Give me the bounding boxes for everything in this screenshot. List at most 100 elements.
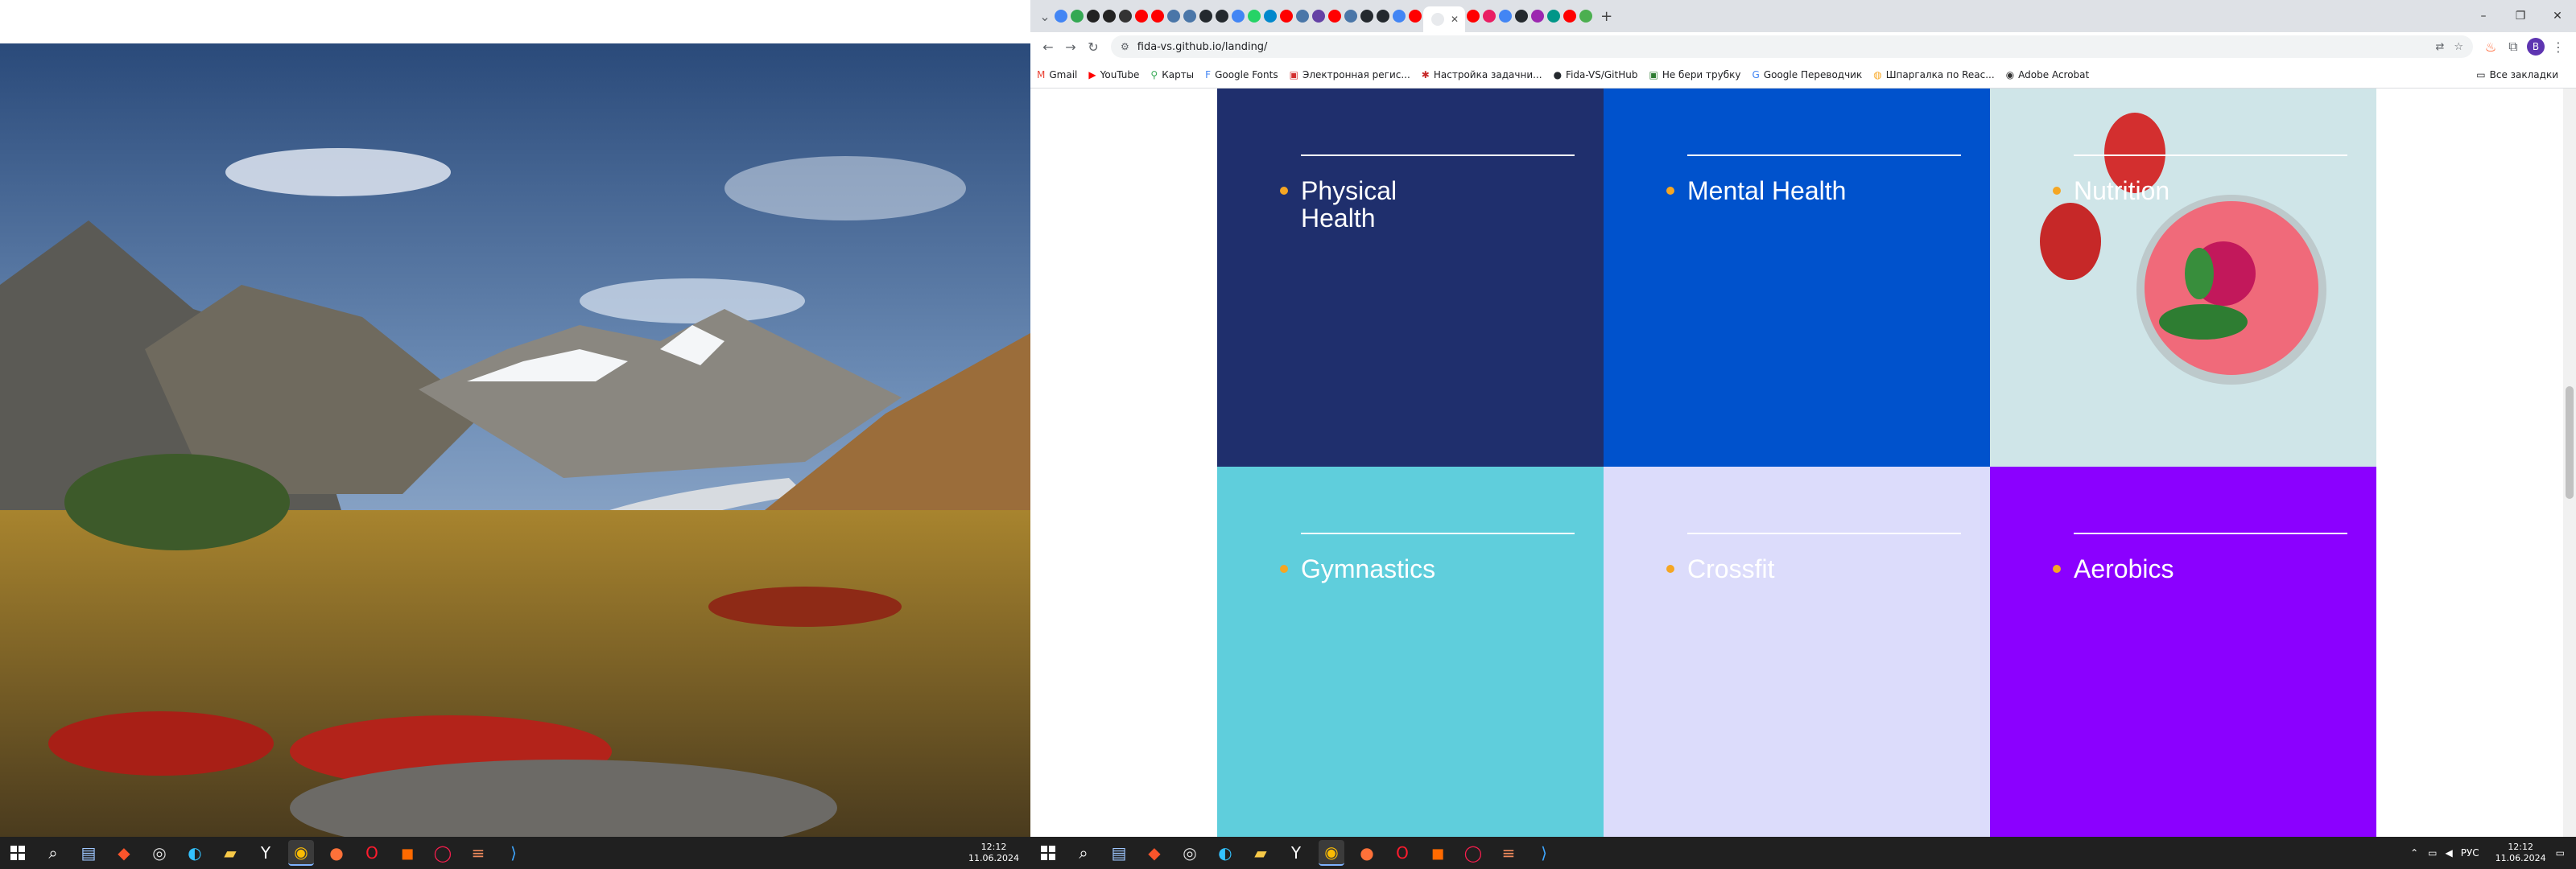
edge-icon[interactable]: ◐ xyxy=(182,840,208,866)
tab-favicon[interactable] xyxy=(1360,10,1373,23)
clock-left[interactable]: 12:12 11.06.2024 xyxy=(968,842,1019,864)
file-explorer-icon[interactable]: ▰ xyxy=(217,840,243,866)
tab-favicon[interactable] xyxy=(1377,10,1389,23)
tab-favicon[interactable] xyxy=(1087,10,1100,23)
card-crossfit[interactable]: Crossfit xyxy=(1604,467,1990,837)
active-tab[interactable]: ✕ xyxy=(1423,6,1466,32)
tab-favicon[interactable] xyxy=(1071,10,1084,23)
bookmark-star-icon[interactable]: ☆ xyxy=(2454,41,2463,53)
card-nutrition[interactable]: Nutrition xyxy=(1990,89,2376,467)
tab-favicon[interactable] xyxy=(1232,10,1245,23)
scrollbar-thumb[interactable] xyxy=(2566,386,2574,499)
bookmark-gmail[interactable]: M Gmail xyxy=(1037,69,1077,80)
tab-favicon[interactable] xyxy=(1499,10,1513,23)
edge-icon[interactable]: ◐ xyxy=(1212,840,1238,866)
tab-favicon[interactable] xyxy=(1393,10,1406,23)
tab-favicon[interactable] xyxy=(1119,10,1132,23)
maximize-button[interactable]: ❐ xyxy=(2502,10,2539,23)
yandex-browser-icon[interactable]: Y xyxy=(253,840,279,866)
bookmark-google-fonts[interactable]: F Google Fonts xyxy=(1205,69,1278,80)
bookmark-youtube[interactable]: ▶ YouTube xyxy=(1088,69,1139,80)
start-button[interactable] xyxy=(5,840,31,866)
vscode-icon[interactable]: ⟩ xyxy=(501,840,526,866)
tab-favicon[interactable] xyxy=(1563,10,1577,23)
opera-icon[interactable]: O xyxy=(359,840,385,866)
language-indicator[interactable]: РУС xyxy=(2461,847,2479,859)
tab-favicon[interactable] xyxy=(1409,10,1422,23)
tab-favicon[interactable] xyxy=(1483,10,1496,23)
file-explorer-icon[interactable]: ▰ xyxy=(1248,840,1274,866)
all-bookmarks[interactable]: ▭ Все закладки xyxy=(2476,69,2558,80)
reload-icon[interactable]: ↻ xyxy=(1082,35,1104,58)
tab-search-icon[interactable]: ⌄ xyxy=(1037,5,1053,27)
tab-favicon[interactable] xyxy=(1312,10,1325,23)
card-physical-health[interactable]: Physical Health xyxy=(1217,89,1604,467)
tray-network-icon[interactable]: ▭ xyxy=(2428,847,2437,859)
tab-favicon[interactable] xyxy=(1296,10,1309,23)
app-stack-icon[interactable]: ≡ xyxy=(465,840,491,866)
bookmark-github[interactable]: ● Fida-VS/GitHub xyxy=(1554,69,1638,80)
tab-favicon[interactable] xyxy=(1515,10,1529,23)
bookmark-acrobat[interactable]: ◉ Adobe Acrobat xyxy=(2006,69,2090,80)
notepad-icon[interactable]: ▤ xyxy=(1106,840,1132,866)
tray-chevron-icon[interactable]: ⌃ xyxy=(2410,847,2418,859)
tab-favicon[interactable] xyxy=(1248,10,1261,23)
notification-icon[interactable]: ▭ xyxy=(2556,847,2565,859)
translate-icon[interactable]: ⇄ xyxy=(2435,41,2444,53)
page-scrollbar[interactable] xyxy=(2563,89,2576,837)
app-orange-icon[interactable]: ◼ xyxy=(394,840,420,866)
close-tab-icon[interactable]: ✕ xyxy=(1451,14,1459,25)
start-button[interactable] xyxy=(1035,840,1061,866)
app-orange-icon[interactable]: ◼ xyxy=(1425,840,1451,866)
menu-icon[interactable]: ⋮ xyxy=(2547,35,2570,58)
tab-favicon[interactable] xyxy=(1216,10,1228,23)
card-mental-health[interactable]: Mental Health xyxy=(1604,89,1990,467)
tab-favicon[interactable] xyxy=(1531,10,1545,23)
firefox-icon[interactable]: ● xyxy=(324,840,349,866)
bookmark-maps[interactable]: ⚲ Карты xyxy=(1150,69,1194,80)
tab-favicon[interactable] xyxy=(1579,10,1593,23)
chrome-icon[interactable]: ◉ xyxy=(288,840,314,866)
site-info-icon[interactable]: ⚙ xyxy=(1121,41,1129,52)
tab-favicon[interactable] xyxy=(1328,10,1341,23)
search-icon[interactable]: ⌕ xyxy=(40,840,66,866)
tab-favicon[interactable] xyxy=(1199,10,1212,23)
tab-favicon[interactable] xyxy=(1135,10,1148,23)
profile-avatar[interactable]: В xyxy=(2524,35,2547,58)
card-aerobics[interactable]: Aerobics xyxy=(1990,467,2376,837)
tab-favicon[interactable] xyxy=(1344,10,1357,23)
opera-gx-icon[interactable]: ◯ xyxy=(430,840,456,866)
notepad-icon[interactable]: ▤ xyxy=(76,840,101,866)
yandex-browser-icon[interactable]: Y xyxy=(1283,840,1309,866)
address-bar[interactable]: ⚙ fida-vs.github.io/landing/ ⇄ ☆ xyxy=(1111,35,2473,58)
bookmark-react[interactable]: ◍ Шпаргалка по Reac... xyxy=(1873,69,1994,80)
app-icon[interactable]: ◎ xyxy=(147,840,172,866)
clock-right[interactable]: 12:12 11.06.2024 xyxy=(2496,842,2546,864)
vscode-icon[interactable]: ⟩ xyxy=(1531,840,1557,866)
card-gymnastics[interactable]: Gymnastics xyxy=(1217,467,1604,837)
back-icon[interactable]: ← xyxy=(1037,35,1059,58)
minimize-button[interactable]: – xyxy=(2465,10,2502,23)
tray-volume-icon[interactable]: ◀ xyxy=(2446,847,2453,859)
forward-icon[interactable]: → xyxy=(1059,35,1082,58)
brave-icon[interactable]: ◆ xyxy=(111,840,137,866)
close-window-button[interactable]: ✕ xyxy=(2539,10,2576,23)
brave-icon[interactable]: ◆ xyxy=(1141,840,1167,866)
bookmark-registry[interactable]: ▣ Электронная регис... xyxy=(1290,69,1410,80)
bookmark-task-setup[interactable]: ✱ Настройка задачни... xyxy=(1422,69,1542,80)
extensions-icon[interactable]: ⧉ xyxy=(2502,35,2524,58)
tab-favicon[interactable] xyxy=(1151,10,1164,23)
search-icon[interactable]: ⌕ xyxy=(1071,840,1096,866)
tab-favicon[interactable] xyxy=(1183,10,1196,23)
opera-gx-icon[interactable]: ◯ xyxy=(1460,840,1486,866)
tab-favicon[interactable] xyxy=(1103,10,1116,23)
extension-fire-icon[interactable]: ♨ xyxy=(2479,35,2502,58)
tab-favicon[interactable] xyxy=(1280,10,1293,23)
tab-favicon[interactable] xyxy=(1547,10,1561,23)
tab-favicon[interactable] xyxy=(1264,10,1277,23)
tab-favicon[interactable] xyxy=(1167,10,1180,23)
bookmark-translate[interactable]: G Google Переводчик xyxy=(1752,69,1863,80)
new-tab-button[interactable]: + xyxy=(1600,8,1612,25)
opera-icon[interactable]: O xyxy=(1389,840,1415,866)
app-stack-icon[interactable]: ≡ xyxy=(1496,840,1521,866)
